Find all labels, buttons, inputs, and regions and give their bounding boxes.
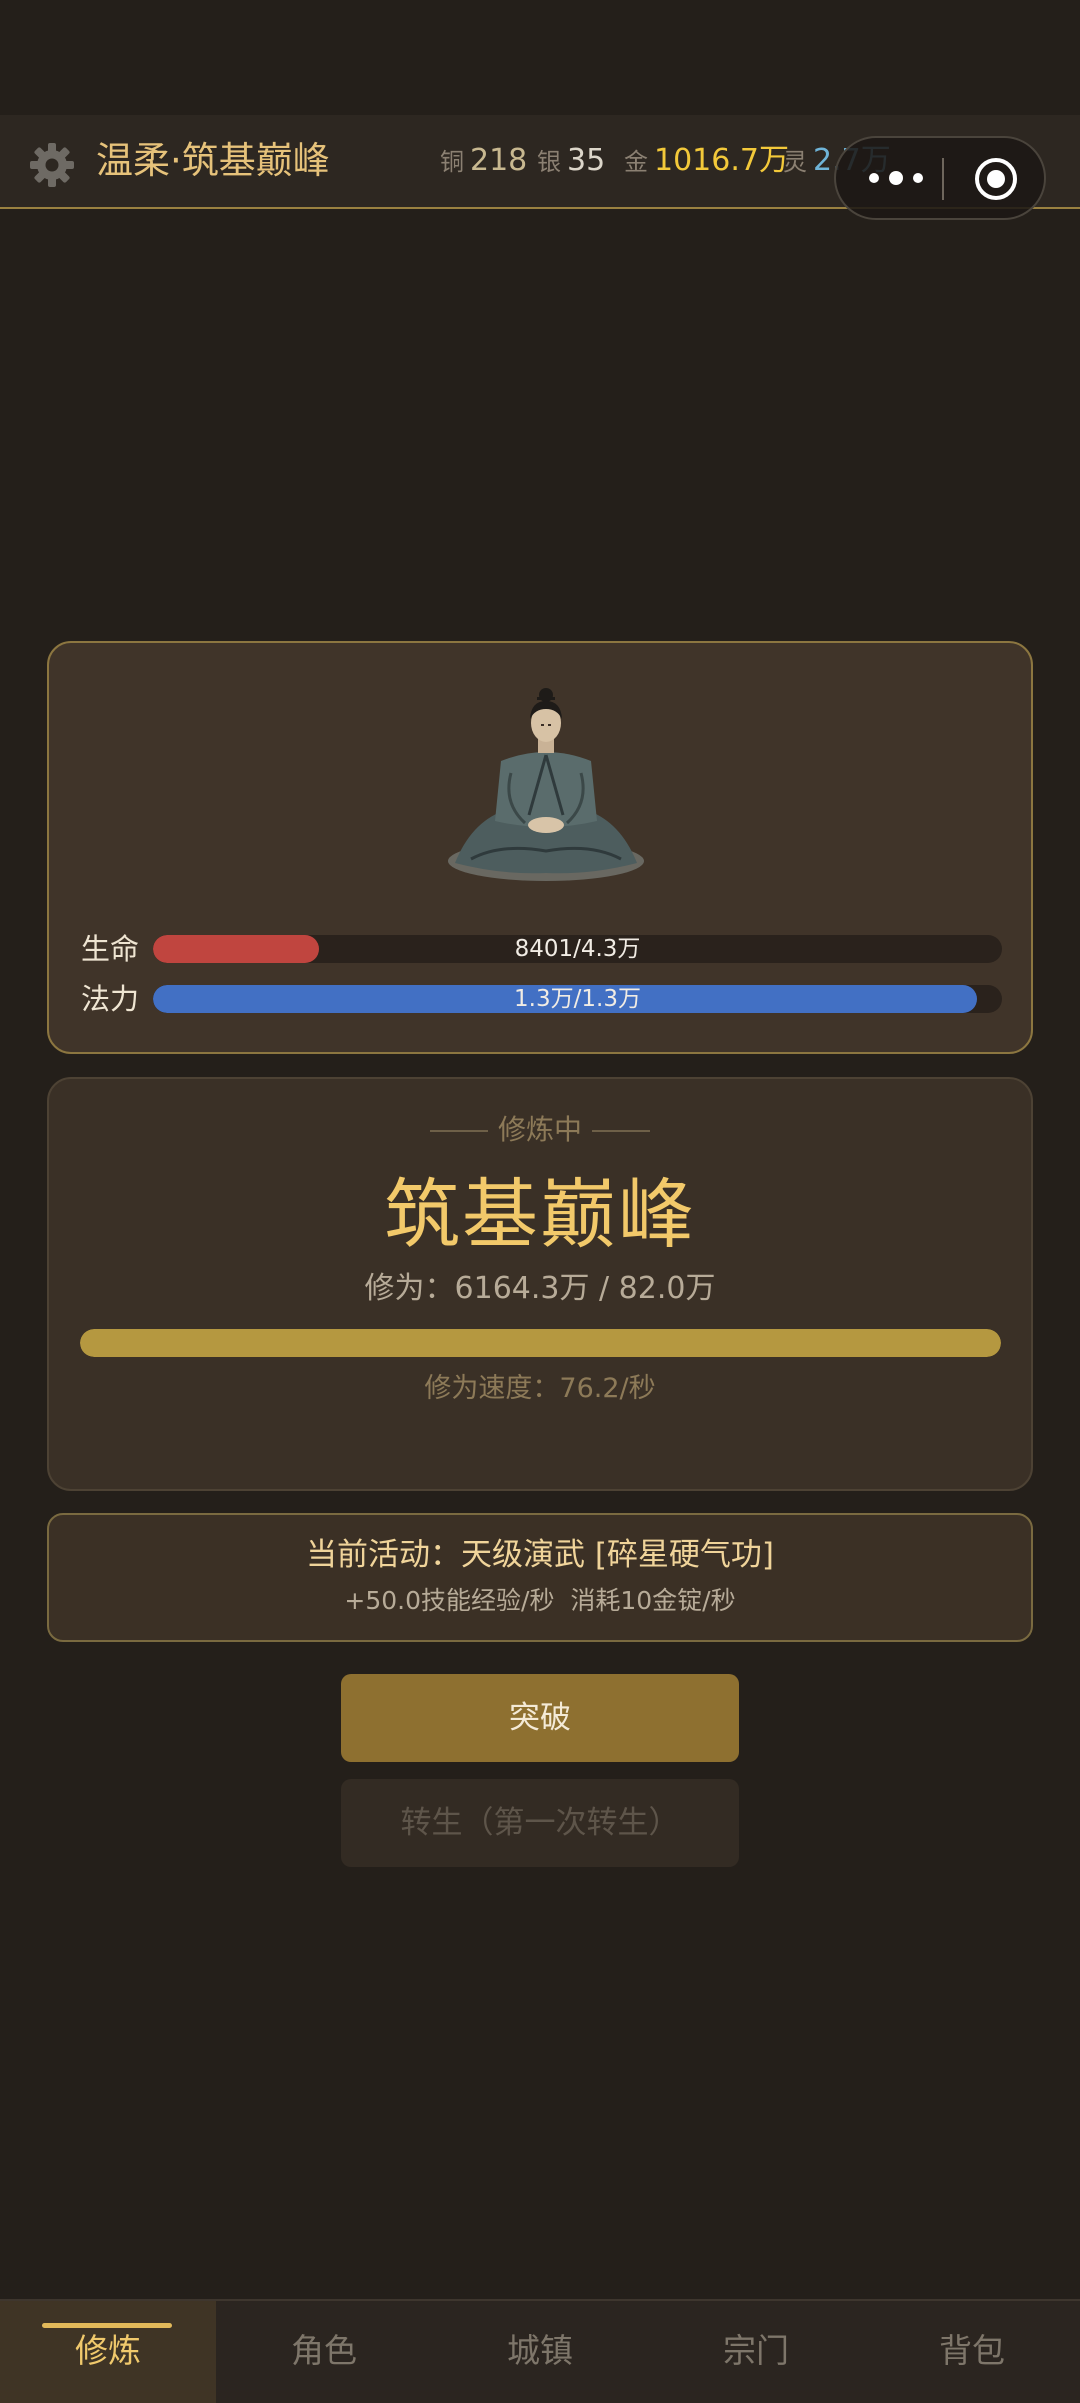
hp-bar: 8401/4.3万 xyxy=(153,935,1002,963)
target-circle-icon[interactable] xyxy=(972,155,1020,203)
activity-title: 当前活动：天级演武 [碎星硬气功] xyxy=(305,1537,775,1573)
more-dots-icon[interactable] xyxy=(866,166,926,190)
activity-detail: +50.0技能经验/秒 消耗10金锭/秒 xyxy=(344,1586,736,1615)
mp-value: 1.3万/1.3万 xyxy=(514,986,641,1012)
hp-value: 8401/4.3万 xyxy=(514,936,641,962)
cultivation-progress-fill xyxy=(80,1329,1001,1357)
status-divider-right xyxy=(592,1130,650,1132)
gear-icon[interactable] xyxy=(28,141,76,189)
miniprogram-capsule xyxy=(834,136,1046,220)
silver-currency: 银 35 xyxy=(537,141,605,185)
spirit-label: 灵 xyxy=(783,148,807,176)
tab-sect[interactable]: 宗门 xyxy=(648,2301,864,2403)
cultivation-progress-bar xyxy=(80,1329,1001,1357)
copper-value: 218 xyxy=(470,143,528,178)
tab-town[interactable]: 城镇 xyxy=(432,2301,648,2403)
capsule-divider xyxy=(942,158,944,200)
mp-row: 法力 1.3万/1.3万 xyxy=(81,982,1002,1016)
hp-row: 生命 8401/4.3万 xyxy=(81,932,1002,966)
copper-currency: 铜 218 xyxy=(440,141,527,185)
status-divider-left xyxy=(429,1130,488,1132)
cultivation-status-text: 修炼中 xyxy=(497,1113,582,1146)
rebirth-button[interactable]: 转生（第一次转生） xyxy=(341,1779,739,1867)
cultivation-status: 修炼中 xyxy=(49,1110,1031,1150)
status-bar-area xyxy=(0,0,1080,115)
current-activity-card[interactable]: 当前活动：天级演武 [碎星硬气功] +50.0技能经验/秒 消耗10金锭/秒 xyxy=(47,1513,1033,1642)
silver-value: 35 xyxy=(567,143,606,178)
cultivation-progress-text: 修为：6164.3万 / 82.0万 xyxy=(364,1271,716,1306)
silver-label: 银 xyxy=(537,148,561,176)
gold-currency: 金 1016.7万 xyxy=(624,141,789,185)
tab-character[interactable]: 角色 xyxy=(216,2301,432,2403)
bottom-nav: 修炼 角色 城镇 宗门 背包 xyxy=(0,2299,1080,2403)
hp-label: 生命 xyxy=(81,932,140,966)
meditating-cultivator-figure xyxy=(448,688,644,881)
mp-bar: 1.3万/1.3万 xyxy=(153,985,1002,1013)
realm-title: 筑基巅峰 xyxy=(384,1170,696,1259)
character-card: 生命 8401/4.3万 法力 1.3万/1.3万 xyxy=(47,641,1033,1054)
tab-backpack[interactable]: 背包 xyxy=(864,2301,1080,2403)
breakthrough-button[interactable]: 突破 xyxy=(341,1674,739,1762)
copper-label: 铜 xyxy=(440,148,464,176)
mp-label: 法力 xyxy=(81,982,140,1016)
gold-value: 1016.7万 xyxy=(654,143,789,178)
cultivation-speed: 修为速度：76.2/秒 xyxy=(424,1373,656,1404)
page-title: 温柔·筑基巅峰 xyxy=(96,139,330,182)
gold-label: 金 xyxy=(624,148,648,176)
tab-cultivate[interactable]: 修炼 xyxy=(0,2301,216,2403)
cultivation-card: 修炼中 筑基巅峰 修为：6164.3万 / 82.0万 修为速度：76.2/秒 xyxy=(47,1077,1033,1491)
